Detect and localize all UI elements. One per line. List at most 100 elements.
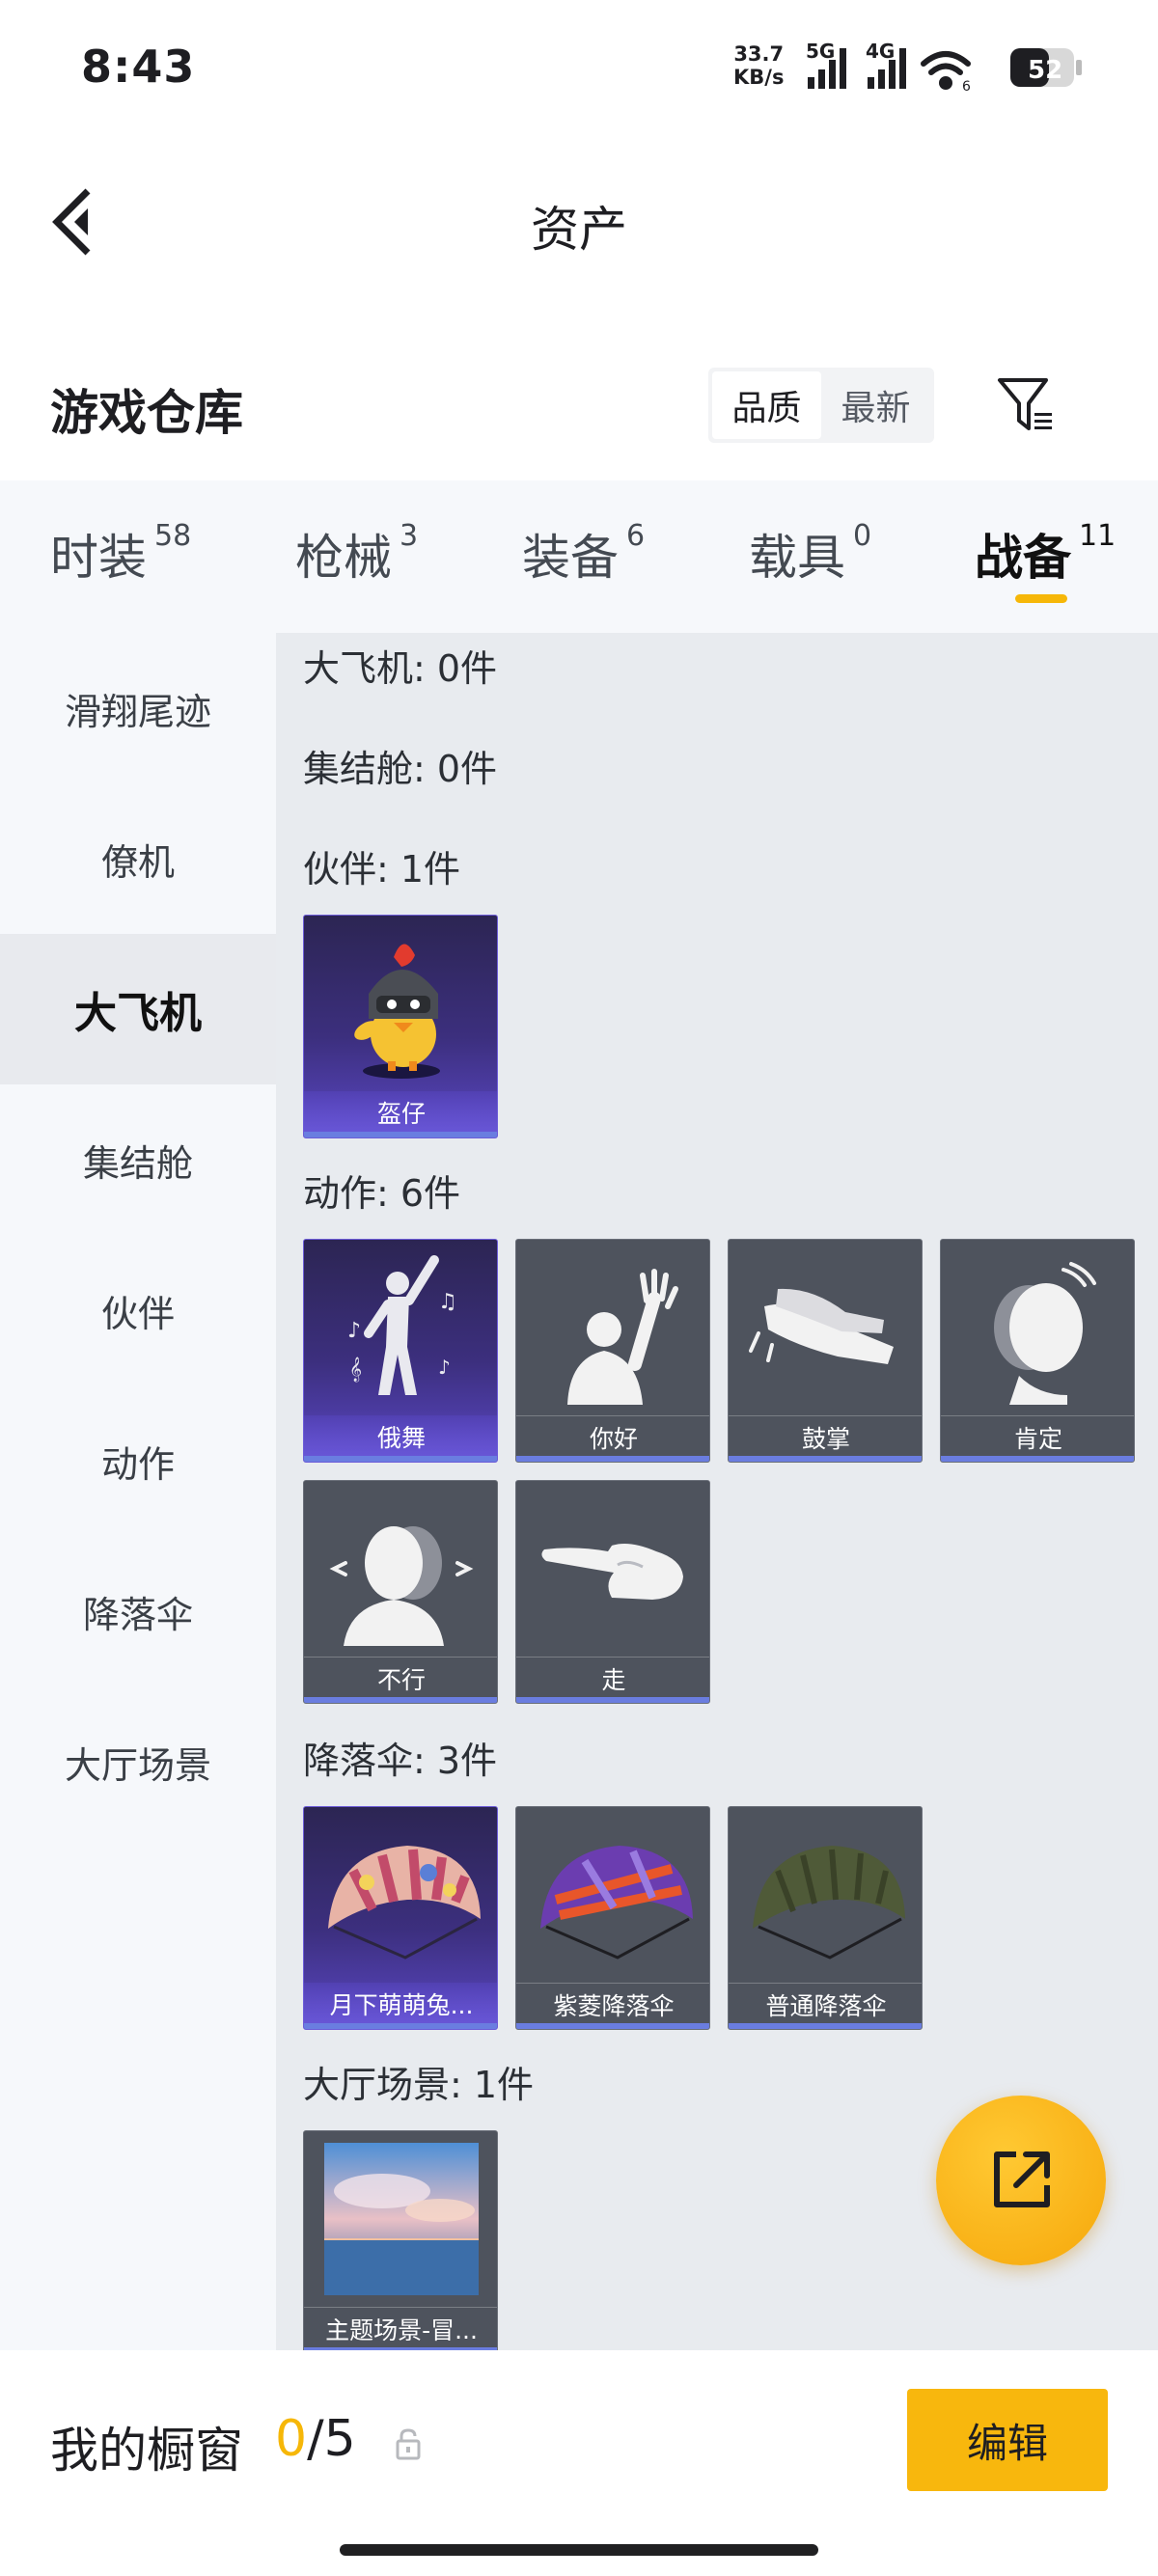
nod-icon	[941, 1240, 1134, 1415]
sort-option-quality[interactable]: 品质	[712, 371, 821, 439]
tab-guns[interactable]: 枪械 3	[295, 519, 418, 596]
sidebar-item-wingman[interactable]: 僚机	[0, 783, 276, 934]
tab-label: 装备	[522, 530, 619, 586]
status-icons: 5G 4G 6 52	[806, 41, 1082, 95]
share-external-icon	[994, 2151, 1050, 2207]
tab-label: 时装	[50, 530, 147, 586]
item-card[interactable]: ♪ ♫ 𝄞 ♪ 俄舞	[303, 1239, 498, 1463]
rarity-bar	[304, 1456, 497, 1462]
group-label-companion: 伙伴: 1件	[303, 848, 461, 891]
rarity-bar	[304, 1132, 497, 1137]
svg-text:♪: ♪	[347, 1319, 361, 1343]
showcase-total: /5	[307, 2410, 356, 2468]
sort-option-latest[interactable]: 最新	[821, 371, 930, 439]
sidebar: 滑翔尾迹 僚机 大飞机 集结舱 伙伴 动作 降落伞 大厅场景	[0, 633, 276, 2350]
rarity-bar	[516, 2023, 709, 2029]
share-button[interactable]	[936, 2096, 1106, 2265]
parachute-icon	[516, 1807, 709, 1983]
group-label-rally-pod: 集结舱: 0件	[303, 748, 498, 790]
wave-hello-icon	[516, 1240, 709, 1415]
sidebar-item-lobby-scene[interactable]: 大厅场景	[0, 1686, 276, 1837]
item-name: 普通降落伞	[729, 1983, 922, 2025]
tab-count: 58	[154, 519, 192, 553]
item-card[interactable]: 盔仔	[303, 915, 498, 1138]
sidebar-item-parachute[interactable]: 降落伞	[0, 1536, 276, 1686]
home-indicator[interactable]	[340, 2544, 818, 2556]
network-4g-label: 4G	[866, 41, 895, 63]
group-label-parachute: 降落伞: 3件	[303, 1740, 498, 1782]
network-speed-unit: KB/s	[733, 66, 785, 89]
network-speed: 33.7 KB/s	[733, 42, 784, 89]
battery-icon: 52	[1010, 48, 1082, 87]
edit-button[interactable]: 编辑	[907, 2389, 1108, 2491]
sidebar-item-rally-pod[interactable]: 集结舱	[0, 1084, 276, 1235]
rarity-bar	[304, 1697, 497, 1703]
parachute-icon	[304, 1807, 497, 1983]
rarity-bar	[729, 1456, 922, 1462]
showcase-label: 我的橱窗	[50, 2423, 243, 2479]
rarity-bar	[729, 2023, 922, 2029]
tab-count: 6	[626, 519, 646, 553]
group-label-big-plane: 大飞机: 0件	[303, 647, 498, 690]
item-card[interactable]: 走	[515, 1480, 710, 1704]
item-card[interactable]: 紫菱降落伞	[515, 1806, 710, 2030]
item-name: 你好	[516, 1415, 709, 1458]
page-title: 资产	[531, 202, 627, 258]
rarity-bar	[516, 1697, 709, 1703]
group-label-lobby-scene: 大厅场景: 1件	[303, 2064, 535, 2106]
sidebar-item-big-plane[interactable]: 大飞机	[0, 934, 276, 1084]
item-card[interactable]: 月下萌萌兔...	[303, 1806, 498, 2030]
category-tabs: 时装 58 枪械 3 装备 6 载具 0 战备 11	[0, 480, 1158, 633]
item-name: 不行	[304, 1657, 497, 1699]
group-label-emote: 动作: 6件	[303, 1172, 461, 1215]
showcase-current: 0	[275, 2410, 308, 2468]
parachute-icon	[729, 1807, 922, 1983]
item-name: 盔仔	[304, 1091, 497, 1134]
network-speed-value: 33.7	[733, 42, 785, 66]
sidebar-item-glide-trail[interactable]: 滑翔尾迹	[0, 633, 276, 783]
tab-count: 11	[1079, 519, 1117, 553]
item-card[interactable]: 你好	[515, 1239, 710, 1463]
filter-icon	[998, 378, 1052, 430]
tab-vehicles[interactable]: 载具 0	[749, 519, 871, 596]
helmet-chick-icon	[304, 916, 497, 1091]
item-name: 月下萌萌兔...	[304, 1983, 497, 2025]
svg-text:♪: ♪	[438, 1356, 451, 1379]
battery-level: 52	[1028, 56, 1062, 85]
item-card[interactable]: 不行	[303, 1480, 498, 1704]
status-bar: 8:43 33.7 KB/s 5G 4G 6 52	[0, 0, 1158, 140]
rarity-bar	[516, 1456, 709, 1462]
sidebar-item-companion[interactable]: 伙伴	[0, 1235, 276, 1385]
filter-button[interactable]	[986, 367, 1063, 444]
lock-icon	[396, 2428, 421, 2460]
item-card[interactable]: 鼓掌	[728, 1239, 923, 1463]
item-card[interactable]: 普通降落伞	[728, 1806, 923, 2030]
item-name: 走	[516, 1657, 709, 1699]
bottom-bar: 我的橱窗 0/5 编辑	[0, 2350, 1158, 2576]
item-content: 大飞机: 0件 集结舱: 0件 伙伴: 1件 盔仔 动作: 6件 ♪ ♫ 𝄞 ♪…	[276, 633, 1158, 2350]
tab-count: 3	[400, 519, 419, 553]
tab-label: 枪械	[295, 530, 392, 586]
wifi-badge: 6	[962, 79, 971, 95]
tab-count: 0	[853, 519, 872, 553]
rarity-bar	[941, 1456, 1134, 1462]
network-5g-label: 5G	[806, 41, 835, 63]
item-name: 俄舞	[304, 1415, 497, 1458]
showcase-count: 0/5	[275, 2410, 356, 2468]
scene-icon	[304, 2131, 497, 2307]
tab-label: 载具	[749, 530, 845, 586]
tab-label: 战备	[975, 530, 1071, 586]
tab-equipment[interactable]: 装备 6	[522, 519, 645, 596]
tab-fashion[interactable]: 时装 58	[50, 519, 191, 596]
item-name: 主题场景-冒...	[304, 2307, 497, 2349]
rarity-bar	[304, 2023, 497, 2029]
sidebar-item-emote[interactable]: 动作	[0, 1385, 276, 1536]
item-card[interactable]: 主题场景-冒...	[303, 2130, 498, 2350]
item-name: 紫菱降落伞	[516, 1983, 709, 2025]
item-card[interactable]: 肯定	[940, 1239, 1135, 1463]
item-name: 鼓掌	[729, 1415, 922, 1458]
tab-battle-prep[interactable]: 战备 11	[975, 519, 1116, 596]
svg-text:𝄞: 𝄞	[349, 1357, 362, 1382]
item-name: 肯定	[941, 1415, 1134, 1458]
section-title: 游戏仓库	[50, 385, 243, 441]
